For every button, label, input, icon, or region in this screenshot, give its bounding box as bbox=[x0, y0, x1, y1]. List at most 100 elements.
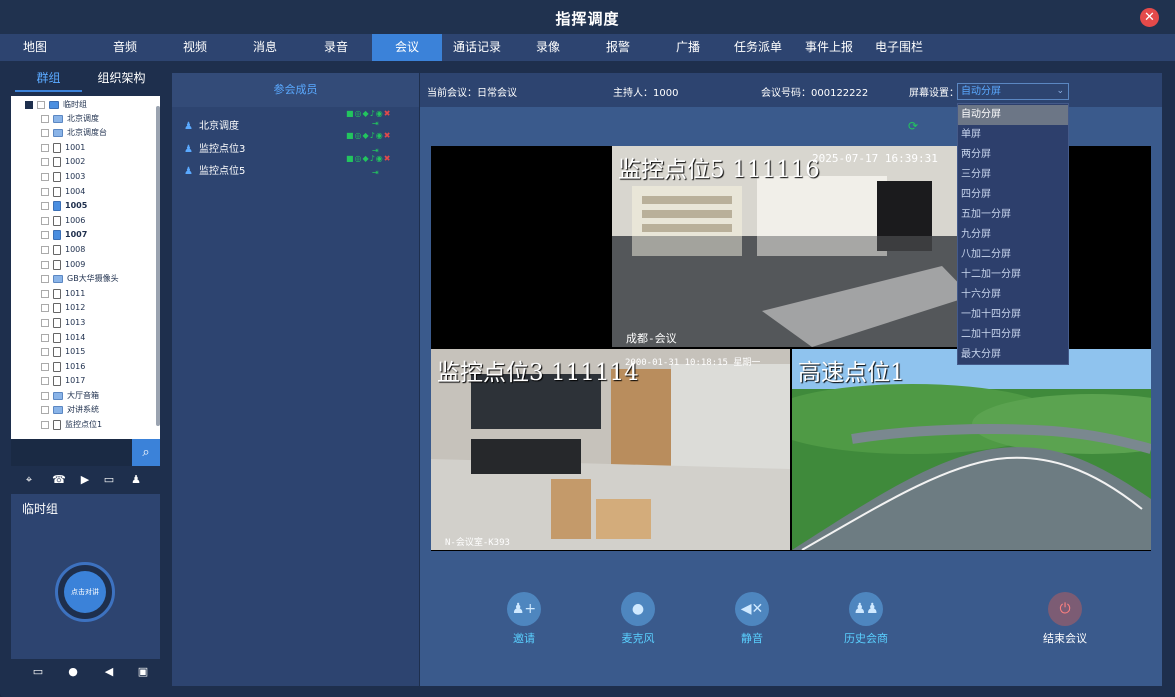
checkbox[interactable] bbox=[41, 172, 49, 181]
tab-group[interactable]: 群组 bbox=[15, 68, 82, 92]
microphone-icon[interactable]: ● bbox=[66, 665, 80, 679]
checkbox[interactable] bbox=[41, 289, 49, 298]
member-controls[interactable]: ■◎◆♪◉✖ bbox=[346, 154, 391, 163]
nav-item-message[interactable]: 消息 bbox=[230, 34, 300, 61]
option-twelve-plus-one[interactable]: 十二加一分屏 bbox=[958, 265, 1068, 285]
tree-item[interactable]: 1008 bbox=[41, 243, 85, 257]
video-tile[interactable]: 高速点位1 bbox=[792, 349, 1151, 550]
option-two[interactable]: 两分屏 bbox=[958, 145, 1068, 165]
refresh-icon[interactable]: ⟳ bbox=[908, 119, 922, 133]
microphone-button[interactable]: ● 麦克风 bbox=[608, 592, 668, 646]
video-tile[interactable]: 监控点位3 111114 2000-01-31 10:18:15 星期一 N-会… bbox=[431, 349, 790, 550]
video-call-icon[interactable]: ▶ bbox=[78, 473, 92, 487]
checkbox[interactable] bbox=[41, 201, 49, 210]
tab-org[interactable]: 组织架构 bbox=[88, 68, 155, 92]
volume-icon[interactable]: ◀ bbox=[102, 665, 116, 679]
tree-item[interactable]: 1017 bbox=[41, 374, 85, 388]
checkbox[interactable] bbox=[41, 187, 49, 196]
checkbox[interactable] bbox=[41, 318, 49, 327]
nav-item-alarm[interactable]: 报警 bbox=[583, 34, 653, 61]
checkbox[interactable] bbox=[37, 100, 45, 109]
nav-item-call-log[interactable]: 通话记录 bbox=[442, 34, 512, 61]
checkbox[interactable] bbox=[41, 216, 49, 225]
tree-item[interactable]: 1007 bbox=[41, 228, 87, 242]
checkbox[interactable] bbox=[41, 245, 49, 254]
tree-item[interactable]: 1006 bbox=[41, 214, 85, 228]
tree-item[interactable]: 1005 bbox=[41, 199, 87, 213]
member-item[interactable]: ♟ 北京调度 bbox=[184, 117, 239, 132]
nav-item-video-record[interactable]: 录像 bbox=[513, 34, 583, 61]
option-nine[interactable]: 九分屏 bbox=[958, 225, 1068, 245]
invite-button[interactable]: ♟+ 邀请 bbox=[494, 592, 554, 646]
expand-toggle-icon[interactable] bbox=[25, 100, 33, 109]
checkbox[interactable] bbox=[41, 157, 49, 166]
nav-item-meeting[interactable]: 会议 bbox=[372, 34, 442, 61]
nav-item-event-report[interactable]: 事件上报 bbox=[794, 34, 864, 61]
option-max[interactable]: 最大分屏 bbox=[958, 345, 1068, 365]
tree-item[interactable]: 北京调度台 bbox=[41, 126, 107, 140]
option-one-plus-fourteen[interactable]: 一加十四分屏 bbox=[958, 305, 1068, 325]
checkbox[interactable] bbox=[41, 333, 49, 342]
tree-item[interactable]: 对讲系统 bbox=[41, 403, 99, 417]
nav-item-audio[interactable]: 音频 bbox=[90, 34, 160, 61]
tree-item[interactable]: GB大华摄像头 bbox=[41, 272, 119, 286]
tree-item[interactable]: 1014 bbox=[41, 331, 85, 345]
checkbox[interactable] bbox=[41, 347, 49, 356]
tree-item[interactable]: 监控点位1 bbox=[41, 418, 102, 432]
user-add-icon[interactable]: ♟ bbox=[129, 473, 143, 487]
member-controls[interactable]: ■◎◆♪◉✖ bbox=[346, 131, 391, 140]
member-item[interactable]: ♟ 监控点位5 bbox=[184, 162, 245, 177]
option-five-plus-one[interactable]: 五加一分屏 bbox=[958, 205, 1068, 225]
nav-item-task[interactable]: 任务派单 bbox=[723, 34, 793, 61]
walkie-talkie-icon[interactable]: ☎ bbox=[52, 473, 66, 487]
tree-item[interactable]: 1001 bbox=[41, 141, 85, 155]
member-controls[interactable]: ⇥ bbox=[372, 168, 380, 177]
search-icon[interactable]: ⌕ bbox=[132, 439, 160, 466]
checkbox[interactable] bbox=[41, 274, 49, 283]
option-three[interactable]: 三分屏 bbox=[958, 165, 1068, 185]
video-tile[interactable]: 监控点位5 111116 2025-07-17 16:39:31 成都-会议 bbox=[612, 146, 971, 347]
screen-layout-select[interactable]: 自动分屏 ⌄ bbox=[957, 83, 1069, 100]
end-meeting-button[interactable]: ⏻ 结束会议 bbox=[1035, 592, 1095, 646]
checkbox[interactable] bbox=[41, 303, 49, 312]
tree-item[interactable]: 1004 bbox=[41, 185, 85, 199]
option-sixteen[interactable]: 十六分屏 bbox=[958, 285, 1068, 305]
nav-item-map[interactable]: 地图 bbox=[0, 34, 70, 61]
trash-icon[interactable]: ▣ bbox=[136, 665, 150, 679]
location-icon[interactable]: ⌖ bbox=[22, 473, 36, 487]
tree-item[interactable]: 1002 bbox=[41, 155, 85, 169]
tree-item[interactable]: 1011 bbox=[41, 287, 85, 301]
tree-item[interactable]: 1012 bbox=[41, 301, 85, 315]
checkbox[interactable] bbox=[41, 260, 49, 269]
checkbox[interactable] bbox=[41, 230, 49, 239]
checkbox[interactable] bbox=[41, 128, 49, 137]
search-input[interactable] bbox=[11, 439, 132, 466]
nav-item-recording[interactable]: 录音 bbox=[301, 34, 371, 61]
member-item[interactable]: ♟ 监控点位3 bbox=[184, 140, 245, 155]
nav-item-video[interactable]: 视频 bbox=[160, 34, 230, 61]
option-auto-split[interactable]: 自动分屏 bbox=[958, 105, 1068, 125]
option-eight-plus-two[interactable]: 八加二分屏 bbox=[958, 245, 1068, 265]
tree-root[interactable]: 临时组 bbox=[25, 98, 87, 112]
checkbox[interactable] bbox=[41, 376, 49, 385]
checkbox[interactable] bbox=[41, 405, 49, 414]
talk-button[interactable]: 点击对讲 bbox=[64, 571, 106, 613]
option-four[interactable]: 四分屏 bbox=[958, 185, 1068, 205]
tree-scrollbar[interactable] bbox=[156, 106, 160, 426]
tree-item[interactable]: 北京调度 bbox=[41, 112, 99, 126]
option-single[interactable]: 单屏 bbox=[958, 125, 1068, 145]
checkbox[interactable] bbox=[41, 391, 49, 400]
tree-item[interactable]: 1013 bbox=[41, 316, 85, 330]
nav-item-geofence[interactable]: 电子围栏 bbox=[864, 34, 934, 61]
mute-button[interactable]: ◀✕ 静音 bbox=[722, 592, 782, 646]
tree-item[interactable]: 1009 bbox=[41, 258, 85, 272]
chat-icon[interactable]: ▭ bbox=[31, 665, 45, 679]
tree-item[interactable]: 1015 bbox=[41, 345, 85, 359]
checkbox[interactable] bbox=[41, 114, 49, 123]
tree-item[interactable]: 大厅音箱 bbox=[41, 389, 99, 403]
tree-item[interactable]: 1003 bbox=[41, 170, 85, 184]
checkbox[interactable] bbox=[41, 143, 49, 152]
checkbox[interactable] bbox=[41, 362, 49, 371]
member-controls[interactable]: ⇥ bbox=[372, 119, 380, 128]
history-button[interactable]: ♟♟ 历史会商 bbox=[836, 592, 896, 646]
